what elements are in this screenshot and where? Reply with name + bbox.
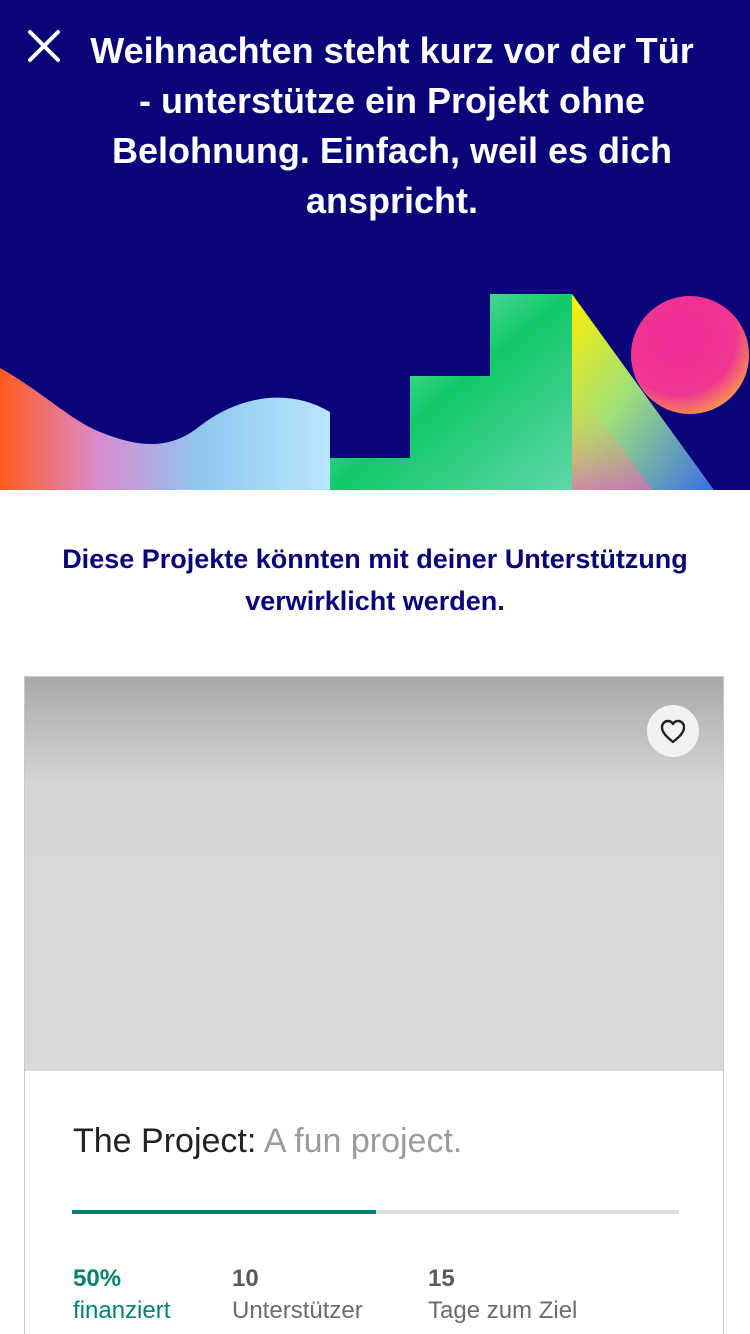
- project-name: The Project:: [73, 1122, 257, 1160]
- backers-value: 10: [232, 1265, 259, 1292]
- close-button[interactable]: [20, 22, 68, 70]
- backers-label: Unterstützer: [232, 1297, 363, 1324]
- days-value: 15: [428, 1265, 455, 1292]
- favorite-button[interactable]: [647, 705, 699, 757]
- section-subtitle: Diese Projekte könnten mit deiner Unters…: [62, 544, 688, 616]
- funding-progress-fill: [72, 1210, 376, 1214]
- project-title-line: The Project: A fun project.: [73, 1121, 462, 1161]
- days-label: Tage zum Ziel: [428, 1297, 578, 1324]
- stat-funded: 50% finanziert: [73, 1265, 170, 1329]
- funded-label: finanziert: [73, 1297, 171, 1324]
- project-image-placeholder: [25, 677, 723, 1071]
- promo-headline: Weihnachten steht kurz vor der Tür - unt…: [90, 30, 694, 221]
- project-blurb: A fun project.: [263, 1122, 463, 1160]
- heart-outline-icon: [660, 719, 686, 744]
- close-icon: [28, 30, 60, 62]
- funded-value: 50%: [73, 1265, 122, 1292]
- funding-progress-bar: [72, 1210, 679, 1214]
- stat-backers: 10 Unterstützer: [232, 1265, 363, 1329]
- promo-header: Weihnachten steht kurz vor der Tür - unt…: [0, 0, 750, 490]
- project-card[interactable]: The Project: A fun project. 50% finanzie…: [24, 676, 724, 1334]
- stat-days: 15 Tage zum Ziel: [428, 1265, 577, 1329]
- screen: Weihnachten steht kurz vor der Tür - unt…: [0, 0, 750, 1334]
